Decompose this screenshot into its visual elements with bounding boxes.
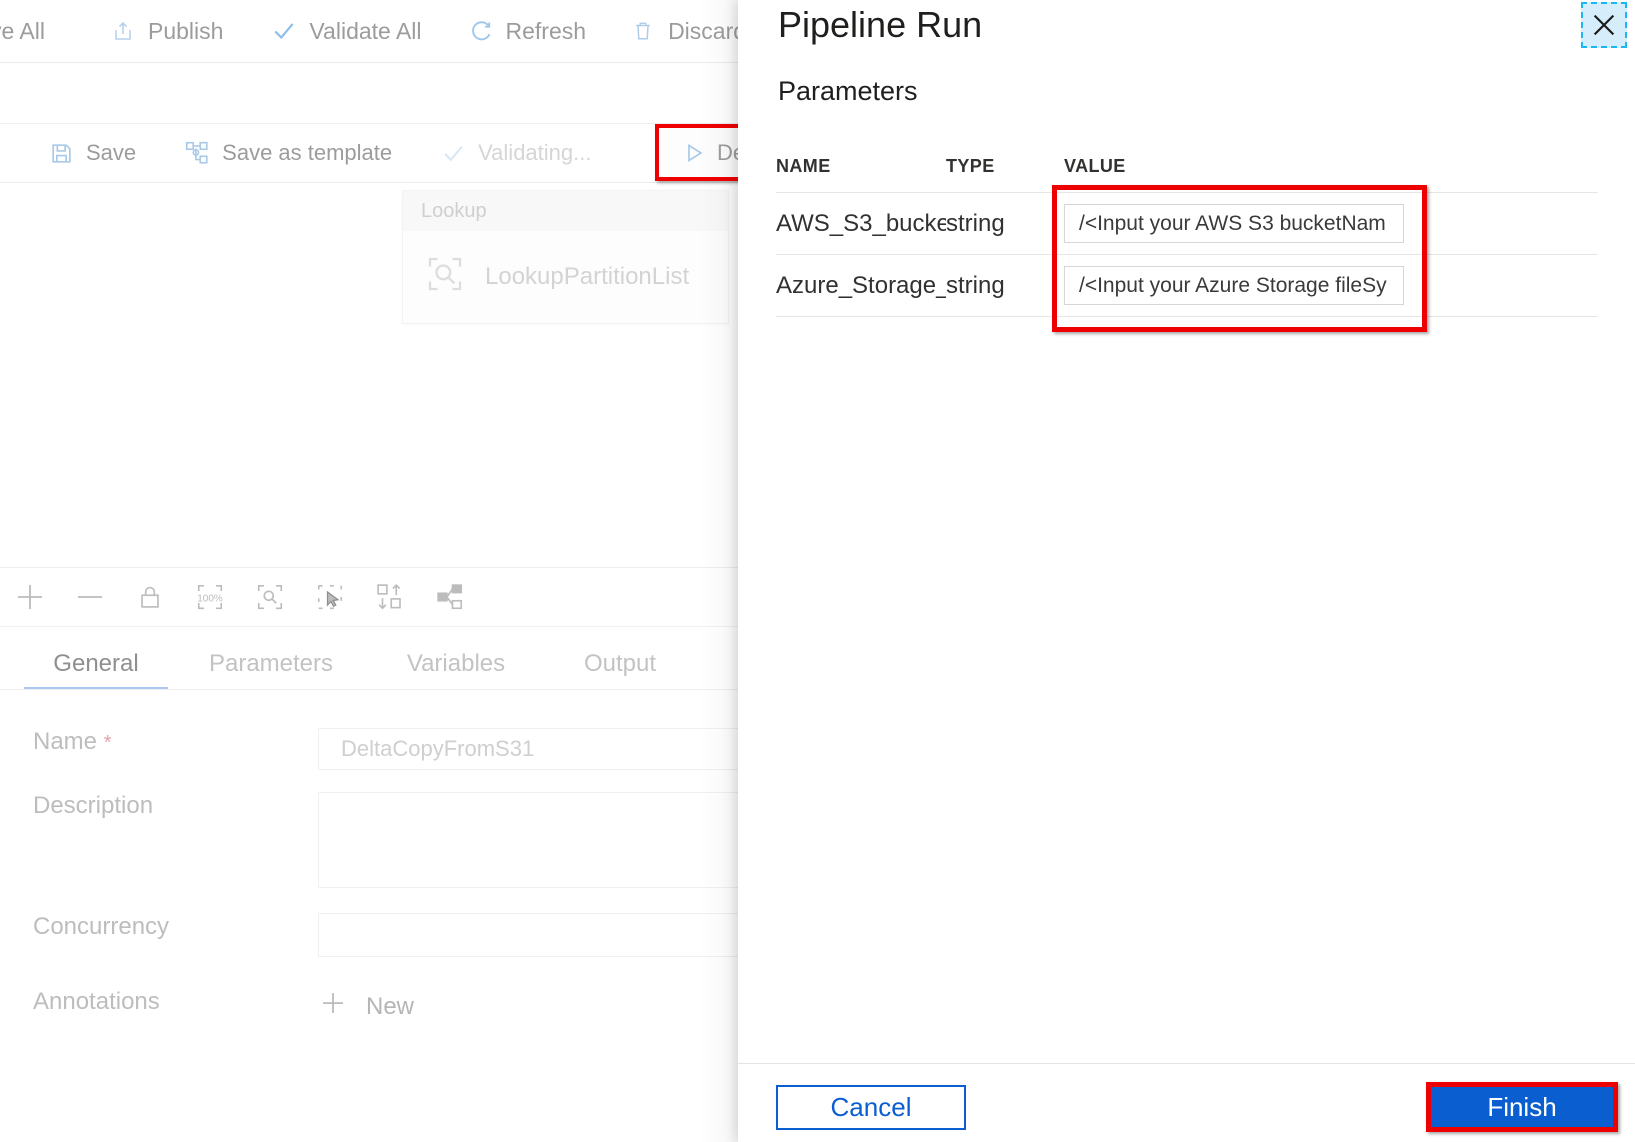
tab-general[interactable]: General: [24, 650, 168, 690]
pipeline-run-flyout: Pipeline Run Parameters NAME TYPE VALUE …: [738, 0, 1635, 1142]
name-label: Name *: [0, 728, 318, 756]
form-row-name: Name * DeltaCopyFromS31: [0, 728, 760, 770]
toolbar-refresh-button[interactable]: Refresh: [468, 17, 587, 45]
name-label-text: Name: [33, 728, 98, 755]
concurrency-input[interactable]: [318, 913, 758, 957]
annotations-label: Annotations: [33, 988, 160, 1015]
tab-parameters[interactable]: Parameters: [182, 650, 360, 690]
save-all-label: ve All: [0, 17, 45, 44]
column-header-name: NAME: [776, 155, 831, 176]
svg-text:100%: 100%: [197, 593, 223, 604]
toolbar-publish-button[interactable]: Publish: [110, 18, 223, 45]
tab-variables[interactable]: Variables: [374, 650, 538, 690]
finish-button[interactable]: Finish: [1431, 1087, 1613, 1127]
lookup-magnifier-icon: [425, 254, 465, 299]
save-as-template-button[interactable]: Save as template: [184, 140, 392, 166]
activity-type-label: Lookup: [403, 191, 728, 231]
toolbar-save-all-button[interactable]: ve All: [0, 18, 45, 45]
parameter-value-text: /<Input your AWS S3 bucketNam: [1079, 211, 1386, 235]
parameters-table: NAME TYPE VALUE AWS_S3_bucketN string /<…: [776, 140, 1598, 317]
publish-upload-icon: [110, 18, 136, 44]
cancel-button-label: Cancel: [830, 1092, 912, 1122]
form-row-concurrency: Concurrency: [0, 913, 760, 957]
properties-tabs: General Parameters Variables Output: [0, 634, 760, 690]
finish-button-highlight: Finish: [1426, 1082, 1618, 1132]
tab-parameters-label: Parameters: [208, 650, 334, 677]
refresh-label: Refresh: [505, 17, 587, 44]
pipeline-canvas-toolbar: Save Save as template Validating...: [0, 123, 760, 183]
checkmark-icon: [440, 140, 466, 166]
trash-icon: [630, 18, 656, 44]
parameter-name: Azure_Storage_fi: [776, 271, 946, 299]
table-header-row: NAME TYPE VALUE: [776, 140, 1598, 192]
save-floppy-icon: [48, 140, 74, 166]
add-annotation-label: New: [366, 992, 415, 1020]
auto-align-icon[interactable]: [360, 568, 420, 626]
page-title: Pipeline Run: [778, 4, 983, 45]
tab-variables-label: Variables: [406, 650, 506, 677]
toolbar-validate-all-button[interactable]: Validate All: [271, 17, 422, 45]
activity-name-label: LookupPartitionList: [485, 262, 690, 290]
template-icon: [184, 140, 210, 166]
required-asterisk: *: [103, 732, 112, 754]
form-row-description: Description: [0, 792, 760, 888]
description-input[interactable]: [318, 792, 758, 888]
checkmark-icon: [271, 18, 297, 44]
close-icon[interactable]: [1581, 2, 1627, 48]
footer-divider: [738, 1063, 1635, 1064]
finish-button-label: Finish: [1487, 1091, 1557, 1122]
parameter-type: string: [946, 271, 1005, 299]
publish-label: Publish: [147, 17, 224, 44]
tabs-underline-divider: [0, 689, 760, 690]
name-input-value: DeltaCopyFromS31: [341, 736, 535, 761]
tab-output-label: Output: [583, 650, 657, 677]
pipeline-editor-background: ve All Publish Validate All: [0, 0, 760, 1142]
validating-label: Validating...: [478, 140, 592, 165]
parameter-name: AWS_S3_bucketN: [776, 209, 946, 237]
discard-label: Discard: [668, 17, 747, 44]
layout-nodes-icon[interactable]: [420, 568, 480, 626]
refresh-icon: [468, 18, 494, 44]
section-title-parameters: Parameters: [778, 76, 918, 106]
form-row-annotations: Annotations New: [0, 988, 760, 1025]
table-row: Azure_Storage_fi string /<Input your Azu…: [776, 254, 1598, 317]
plus-icon: [318, 988, 348, 1025]
save-as-template-label: Save as template: [222, 140, 393, 165]
parameter-value-cell: /<Input your Azure Storage fileSy: [1064, 266, 1598, 305]
parameter-type: string: [946, 209, 1005, 237]
tab-output[interactable]: Output: [552, 650, 688, 690]
column-header-type: TYPE: [946, 155, 995, 176]
factory-toolbar: ve All Publish Validate All: [0, 0, 760, 63]
save-label: Save: [86, 140, 137, 165]
select-marquee-icon[interactable]: [300, 568, 360, 626]
parameter-value-text: /<Input your Azure Storage fileSy: [1079, 273, 1387, 297]
table-row: AWS_S3_bucketN string /<Input your AWS S…: [776, 192, 1598, 254]
save-button[interactable]: Save: [48, 140, 136, 166]
parameter-value-cell: /<Input your AWS S3 bucketNam: [1064, 204, 1598, 243]
parameter-value-input[interactable]: /<Input your Azure Storage fileSy: [1064, 266, 1404, 305]
tab-general-label: General: [53, 650, 139, 677]
lock-icon[interactable]: [120, 568, 180, 626]
description-label: Description: [33, 792, 154, 819]
name-input[interactable]: DeltaCopyFromS31: [318, 728, 758, 770]
zoom-in-icon[interactable]: [0, 568, 60, 626]
debug-button[interactable]: De: [681, 140, 745, 166]
activity-card-lookup[interactable]: Lookup LookupPartitionList: [402, 190, 729, 324]
concurrency-label: Concurrency: [33, 913, 170, 940]
canvas-controls-strip: 100%: [0, 567, 760, 627]
play-triangle-icon: [681, 140, 707, 166]
validating-status: Validating...: [440, 140, 591, 166]
parameter-value-input[interactable]: /<Input your AWS S3 bucketNam: [1064, 204, 1404, 243]
zoom-out-icon[interactable]: [60, 568, 120, 626]
column-header-value: VALUE: [1064, 155, 1126, 176]
cancel-button[interactable]: Cancel: [776, 1085, 966, 1130]
add-annotation-button[interactable]: New: [318, 988, 414, 1025]
zoom-100-percent-icon[interactable]: 100%: [180, 568, 240, 626]
validate-all-label: Validate All: [309, 17, 422, 44]
toolbar-discard-button[interactable]: Discard: [630, 18, 746, 45]
zoom-to-fit-icon[interactable]: [240, 568, 300, 626]
